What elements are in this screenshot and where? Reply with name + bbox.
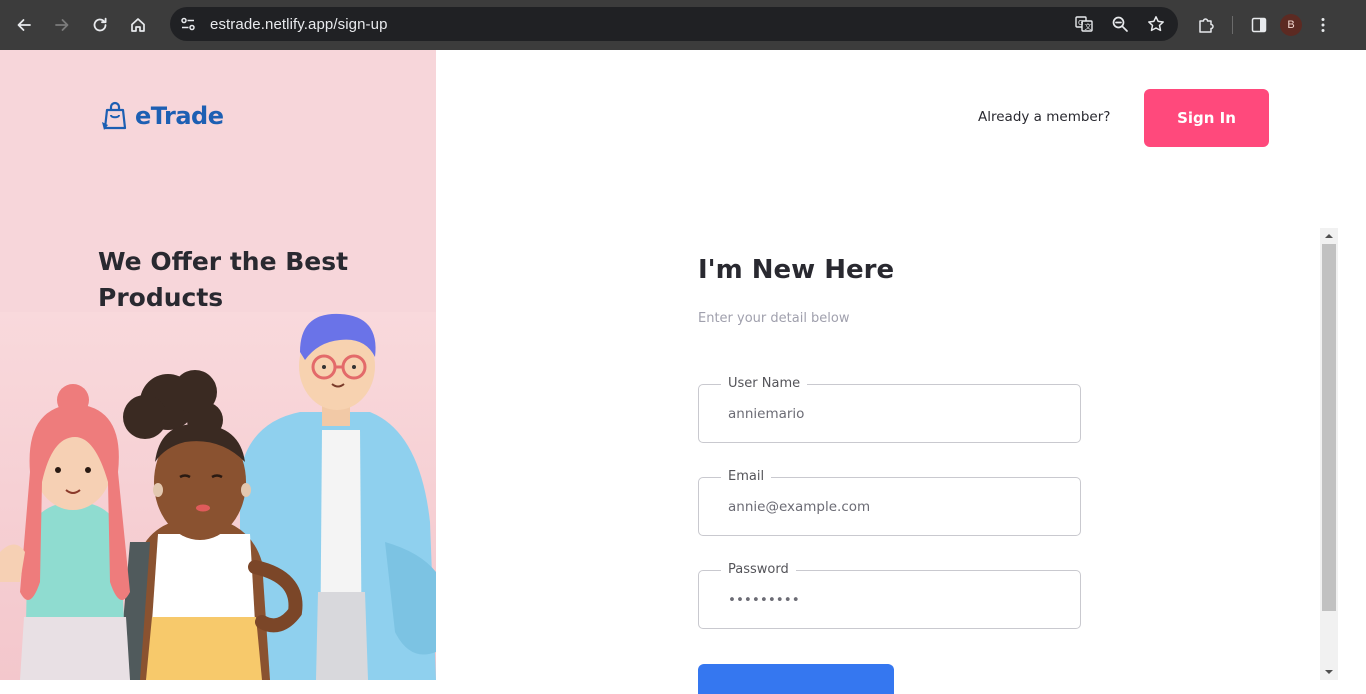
side-panel-button[interactable] — [1243, 9, 1275, 41]
page-title: I'm New Here — [698, 255, 895, 285]
create-account-button[interactable] — [698, 664, 894, 694]
svg-text:G: G — [1078, 19, 1083, 27]
svg-text:文: 文 — [1085, 22, 1092, 31]
three-characters-illustration — [0, 312, 436, 680]
back-button[interactable] — [5, 6, 43, 44]
bookmark-star-icon — [1148, 16, 1164, 32]
email-label: Email — [721, 469, 772, 484]
translate-button[interactable]: G文 — [1072, 12, 1096, 36]
profile-avatar: B — [1280, 14, 1302, 36]
email-field: Email — [698, 469, 1081, 536]
already-member-text: Already a member? — [978, 109, 1111, 125]
scroll-up-button[interactable] — [1320, 228, 1338, 244]
username-label: User Name — [721, 376, 808, 391]
scroll-up-arrow-icon — [1325, 234, 1333, 238]
forward-icon — [55, 19, 69, 31]
toolbar-divider — [1232, 16, 1233, 34]
profile-button[interactable]: B — [1275, 9, 1307, 41]
page-subtitle: Enter your detail below — [698, 311, 850, 326]
shopping-bag-icon — [102, 101, 127, 130]
username-input[interactable] — [728, 403, 1058, 425]
zoom-button[interactable] — [1108, 12, 1132, 36]
password-field: Password — [698, 562, 1081, 629]
reload-button[interactable] — [81, 6, 119, 44]
extensions-icon — [1199, 18, 1214, 33]
back-icon — [17, 19, 31, 31]
home-icon — [131, 18, 145, 32]
password-input[interactable] — [728, 589, 1058, 611]
brand-logo[interactable]: eTrade — [101, 100, 224, 132]
password-label: Password — [721, 562, 796, 577]
sign-in-button[interactable]: Sign In — [1144, 89, 1269, 147]
reload-icon — [93, 17, 107, 32]
zoom-icon — [1112, 16, 1128, 32]
site-info-icon — [181, 17, 195, 31]
hero-heading: We Offer the Best Products — [98, 247, 349, 312]
scroll-down-arrow-icon — [1325, 670, 1333, 674]
side-panel-icon — [1251, 17, 1267, 33]
scrollbar-thumb[interactable] — [1322, 244, 1336, 611]
scroll-down-button[interactable] — [1320, 664, 1338, 680]
forward-button[interactable] — [43, 6, 81, 44]
url-text[interactable]: estrade.netlify.app/sign-up — [210, 16, 388, 33]
bookmark-button[interactable] — [1144, 12, 1168, 36]
page-scrollbar[interactable] — [1320, 228, 1338, 680]
email-input[interactable] — [728, 496, 1058, 518]
extensions-button[interactable] — [1190, 9, 1222, 41]
site-info-button[interactable] — [176, 12, 200, 36]
address-bar[interactable]: estrade.netlify.app/sign-up G文 — [170, 7, 1178, 41]
home-button[interactable] — [119, 6, 157, 44]
username-field: User Name — [698, 376, 1081, 443]
translate-icon: G文 — [1075, 16, 1093, 32]
brand-name: eTrade — [135, 102, 224, 130]
browser-toolbar: estrade.netlify.app/sign-up G文 B — [0, 0, 1366, 50]
more-menu-button[interactable] — [1307, 9, 1339, 41]
signup-panel: Already a member? Sign In I'm New Here E… — [436, 50, 1366, 694]
more-menu-icon — [1321, 18, 1325, 32]
promo-panel: eTrade We Offer the Best Products — [0, 50, 436, 680]
